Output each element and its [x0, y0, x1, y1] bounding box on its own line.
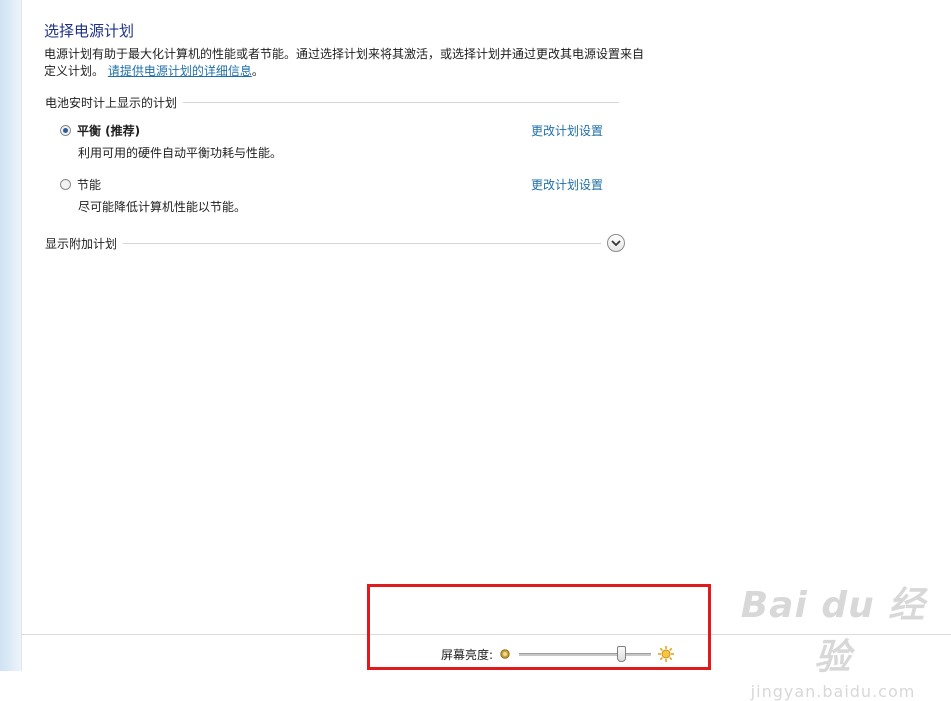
plan-balanced-radio[interactable]	[60, 125, 71, 136]
section-label: 电池安时计上显示的计划	[45, 96, 178, 110]
plan-balanced-name: 平衡 (推荐)	[77, 124, 141, 138]
plan-balanced-description: 利用可用的硬件自动平衡功耗与性能。	[78, 146, 283, 160]
additional-plans-divider	[123, 242, 601, 244]
show-additional-plans-label: 显示附加计划	[45, 236, 118, 251]
plan-balanced: 平衡 (推荐) 利用可用的硬件自动平衡功耗与性能。 更改计划设置	[60, 122, 620, 161]
page-title: 选择电源计划	[44, 22, 135, 40]
plan-info-link[interactable]: 请提供电源计划的详细信息	[108, 64, 252, 78]
chevron-down-icon[interactable]	[607, 234, 625, 252]
description-period: 。	[251, 64, 264, 78]
plan-power-saver-change-settings-link[interactable]: 更改计划设置	[531, 176, 603, 193]
plan-power-saver-radio[interactable]	[60, 179, 71, 190]
plan-power-saver: 节能 尽可能降低计算机性能以节能。 更改计划设置	[60, 176, 620, 215]
plan-balanced-change-settings-link[interactable]: 更改计划设置	[531, 122, 603, 139]
plan-power-saver-description: 尽可能降低计算机性能以节能。	[78, 200, 247, 214]
show-additional-plans-row[interactable]: 显示附加计划	[45, 234, 625, 252]
battery-plans-section-header: 电池安时计上显示的计划	[45, 94, 619, 111]
section-divider	[183, 102, 619, 103]
watermark-logo: Bai du 经验	[740, 585, 926, 678]
page-description: 电源计划有助于最大化计算机的性能或者节能。通过选择计划来将其激活，或选择计划并通…	[44, 46, 644, 80]
left-nav-pane	[0, 0, 22, 671]
baidu-watermark: Bai du 经验 jingyan.baidu.com	[728, 576, 938, 701]
plan-power-saver-name: 节能	[77, 178, 102, 192]
radio-selected-dot	[63, 128, 68, 133]
brightness-highlight-box	[367, 584, 711, 670]
watermark-url: jingyan.baidu.com	[750, 682, 916, 701]
